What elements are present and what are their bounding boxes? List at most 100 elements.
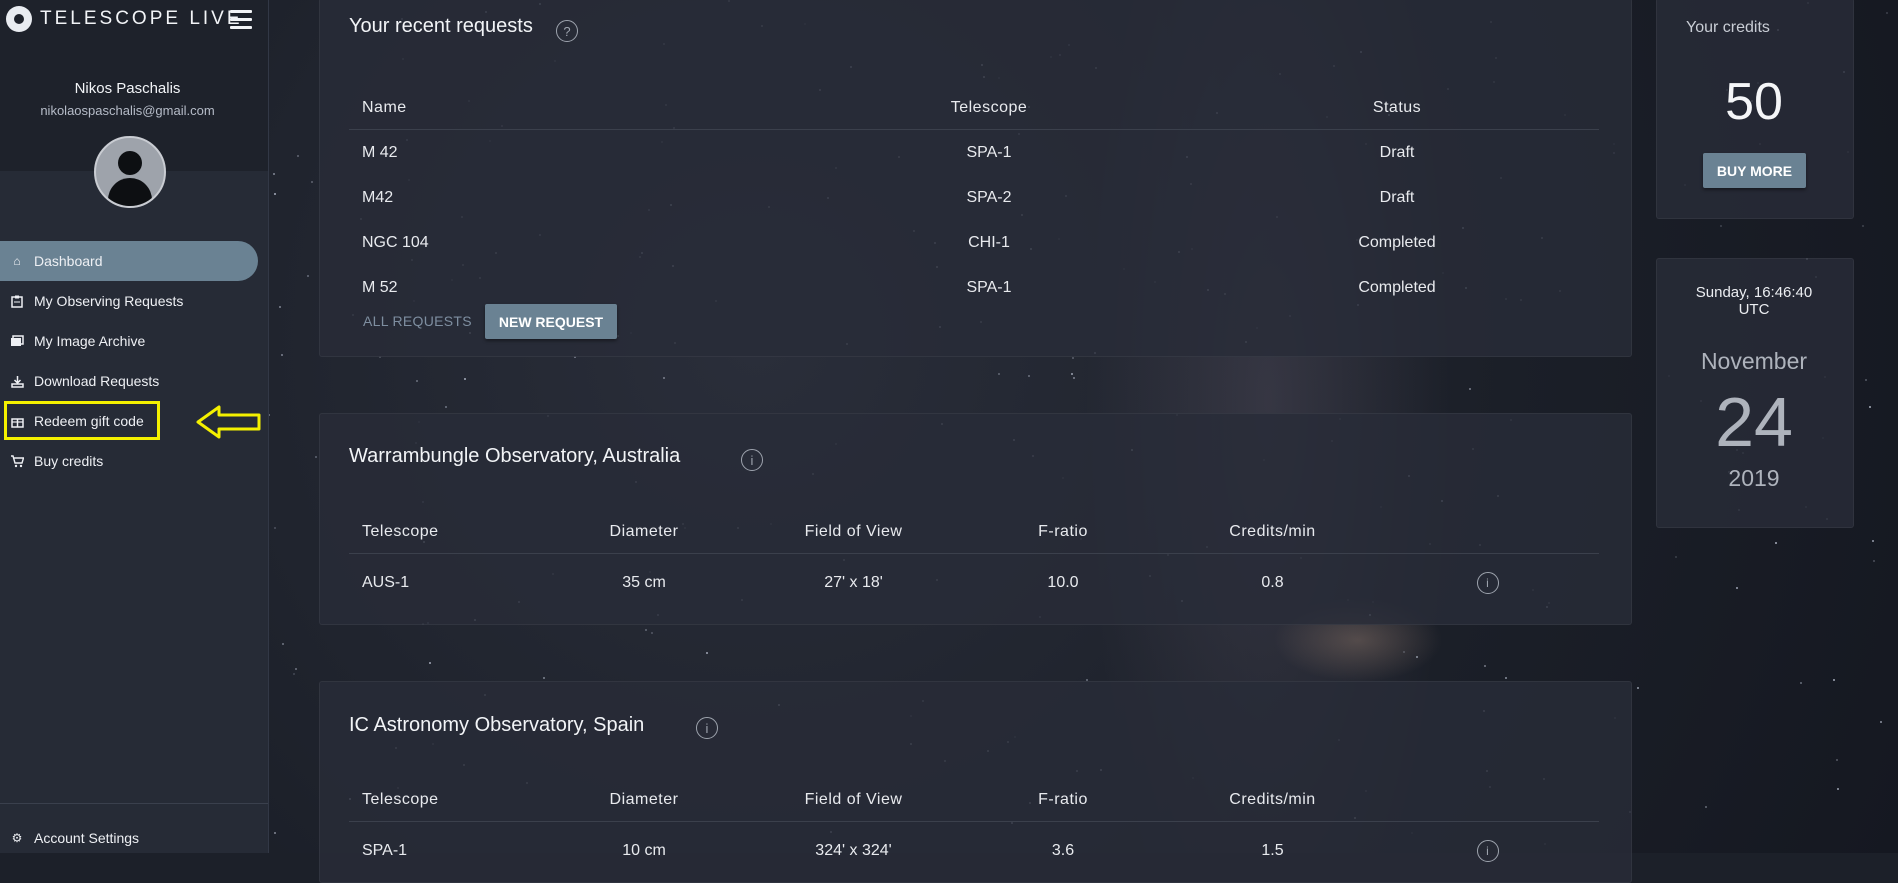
star	[1028, 374, 1031, 377]
cell-telescope: SPA-1	[362, 842, 408, 859]
star	[1879, 721, 1882, 724]
credits-label: Your credits	[1686, 19, 1770, 36]
home-icon: ⌂	[13, 254, 21, 268]
column-header[interactable]: Diameter	[538, 511, 750, 554]
sidebar-item-label: Download Requests	[34, 373, 160, 389]
info-icon[interactable]: i	[696, 717, 718, 739]
column-header[interactable]: Status	[1195, 87, 1599, 130]
cell-fov: 27' x 18'	[824, 574, 883, 591]
observatory-title: Warrambungle Observatory, Australia	[349, 445, 681, 467]
table-row[interactable]: SPA-1 10 cm 324' x 324' 3.6 1.5 i	[349, 822, 1599, 881]
star	[1836, 759, 1839, 762]
star	[1871, 539, 1874, 542]
sidebar-item-buy-credits[interactable]: Buy credits	[0, 441, 268, 481]
star	[1872, 560, 1875, 563]
column-header[interactable]: Telescope	[783, 87, 1195, 130]
table-row[interactable]: M 42 SPA-1 Draft	[349, 130, 1599, 176]
sidebar-item-label: My Image Archive	[34, 333, 146, 349]
cell-status: Draft	[1379, 188, 1415, 206]
avatar[interactable]	[94, 136, 166, 208]
star	[1637, 687, 1640, 690]
star	[292, 672, 295, 675]
star	[280, 354, 283, 357]
images-icon	[10, 334, 24, 348]
sidebar-item-download-requests[interactable]: Download Requests	[0, 361, 268, 401]
star	[297, 155, 300, 158]
sidebar-item-dashboard[interactable]: ⌂ Dashboard	[0, 241, 258, 281]
star	[1073, 376, 1076, 379]
credits-value: 50	[1725, 73, 1783, 131]
new-request-button[interactable]: NEW REQUEST	[485, 304, 617, 339]
star	[663, 376, 666, 379]
star	[1869, 406, 1872, 409]
sidebar-divider	[0, 803, 268, 804]
column-header[interactable]: Diameter	[538, 779, 750, 822]
column-header[interactable]: Telescope	[349, 779, 538, 822]
star	[444, 406, 447, 409]
star	[998, 373, 1001, 376]
all-requests-button[interactable]: ALL REQUESTS	[363, 313, 472, 329]
info-icon[interactable]: i	[741, 449, 763, 471]
user-email: nikolaospaschalis@gmail.com	[40, 103, 215, 118]
arrow-left-icon	[196, 405, 261, 439]
info-icon[interactable]: i	[1476, 840, 1499, 862]
cell-status: Completed	[1358, 233, 1436, 251]
star	[1403, 650, 1406, 653]
sidebar-item-label: Account Settings	[34, 830, 140, 846]
cell-diameter: 10 cm	[622, 842, 666, 859]
logo-text: TELESCOPE LIVE	[40, 8, 243, 29]
sidebar-nav: ⌂ Dashboard My Observing Requests My Ima…	[0, 241, 268, 481]
star	[1719, 224, 1722, 227]
help-icon[interactable]: ?	[556, 20, 578, 42]
star	[273, 526, 276, 529]
sidebar-item-image-archive[interactable]: My Image Archive	[0, 321, 268, 361]
cell-f-ratio: 10.0	[1047, 574, 1079, 591]
star	[1484, 665, 1486, 668]
sidebar-header: TELESCOPE LIVE Nikos Paschalis nikolaosp…	[0, 0, 268, 208]
table-row[interactable]: NGC 104 CHI-1 Completed	[349, 220, 1599, 265]
star	[273, 193, 276, 196]
cell-name: M42	[362, 188, 394, 206]
cell-name: NGC 104	[362, 233, 429, 251]
star	[416, 380, 419, 383]
column-header[interactable]: Name	[349, 87, 783, 130]
star	[543, 676, 546, 679]
menu-icon[interactable]	[230, 10, 252, 34]
column-header[interactable]: Credits/min	[1169, 779, 1376, 822]
star	[295, 668, 298, 671]
column-header[interactable]: Field of View	[750, 779, 957, 822]
star	[1704, 805, 1707, 808]
column-header[interactable]: F-ratio	[957, 779, 1169, 822]
table-row[interactable]: AUS-1 35 cm 27' x 18' 10.0 0.8 i	[349, 554, 1599, 613]
star	[1675, 556, 1678, 559]
sidebar-item-observing-requests[interactable]: My Observing Requests	[0, 281, 268, 321]
column-header[interactable]: Field of View	[750, 511, 957, 554]
cart-icon	[10, 454, 24, 468]
logo[interactable]: TELESCOPE LIVE	[6, 6, 243, 32]
clock-month: November	[1700, 348, 1808, 374]
star	[1735, 587, 1738, 590]
column-header[interactable]: Telescope	[349, 511, 538, 554]
cell-status: Draft	[1379, 143, 1415, 161]
telescope-table: Telescope Diameter Field of View F-ratio…	[349, 511, 1599, 612]
cell-telescope: AUS-1	[362, 574, 410, 591]
star	[314, 456, 317, 459]
star	[1800, 682, 1803, 685]
star	[281, 642, 284, 645]
column-header[interactable]: Credits/min	[1169, 511, 1376, 554]
table-row[interactable]: M42 SPA-2 Draft	[349, 175, 1599, 220]
clock-day: 24	[1715, 383, 1793, 461]
star	[1469, 387, 1472, 390]
column-header[interactable]: F-ratio	[957, 511, 1169, 554]
clock-timezone: UTC	[1738, 301, 1770, 318]
star	[274, 831, 277, 834]
sidebar-item-label: Buy credits	[34, 453, 104, 469]
cell-telescope: SPA-2	[966, 188, 1012, 206]
star	[1885, 12, 1888, 15]
info-icon[interactable]: i	[1476, 572, 1499, 594]
star	[1415, 656, 1418, 659]
star	[705, 651, 708, 654]
buy-more-button[interactable]: BUY MORE	[1703, 153, 1806, 188]
highlight-box	[4, 401, 160, 440]
sidebar-item-account-settings[interactable]: ⚙ Account Settings	[0, 818, 139, 858]
